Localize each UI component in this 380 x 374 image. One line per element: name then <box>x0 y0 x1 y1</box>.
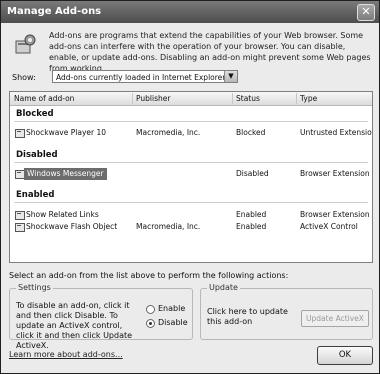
update-legend: Update <box>207 283 240 292</box>
addon-status: Disabled <box>236 169 269 178</box>
list-item[interactable]: Windows Messenger Disabled Browser Exten… <box>10 168 372 180</box>
addon-name: Shockwave Player 10 <box>26 128 107 137</box>
addon-type: Browser Extension <box>300 210 370 219</box>
group-label-enabled: Enabled <box>16 190 55 200</box>
addon-type: Browser Extension <box>300 169 370 178</box>
column-header-name[interactable]: Name of add-on <box>14 93 74 104</box>
group-label-disabled: Disabled <box>16 150 58 160</box>
update-instructions: Click here to update this add-on <box>207 307 288 326</box>
close-icon: ✕ <box>361 5 371 18</box>
list-item[interactable]: Shockwave Player 10 Macromedia, Inc. Blo… <box>10 127 372 139</box>
addon-status: Enabled <box>236 222 267 231</box>
learn-more-link[interactable]: Learn more about add-ons... <box>9 350 123 359</box>
ok-button[interactable]: OK <box>317 346 373 365</box>
addon-type: Untrusted Extension <box>300 128 373 137</box>
disable-radio[interactable]: Disable <box>146 318 206 330</box>
manage-addons-dialog: Manage Add-ons ✕ Add-ons are programs th… <box>0 0 380 374</box>
list-header: Name of add-on Publisher Status Type <box>10 92 372 106</box>
settings-instructions: To disable an add-on, click it and then … <box>16 301 133 350</box>
addon-icon <box>15 211 25 220</box>
column-header-status[interactable]: Status <box>236 93 260 104</box>
addon-status: Blocked <box>236 128 266 137</box>
addon-name: Windows Messenger <box>24 168 107 180</box>
addon-name: Show Related Links <box>26 210 99 219</box>
disable-radio-label: Disable <box>158 318 188 327</box>
intro-text: Add-ons are programs that extend the cap… <box>49 31 371 73</box>
enable-radio[interactable]: Enable <box>146 304 206 316</box>
close-button[interactable]: ✕ <box>357 4 375 21</box>
update-activex-button[interactable]: Update ActiveX <box>301 310 369 327</box>
addon-icon <box>15 129 25 138</box>
action-instruction: Select an add-on from the list above to … <box>9 271 289 280</box>
addon-icon <box>15 223 25 232</box>
addon-publisher: Macromedia, Inc. <box>136 222 201 231</box>
title-bar[interactable]: Manage Add-ons ✕ <box>1 1 379 23</box>
chevron-down-icon[interactable]: ▼ <box>224 71 237 82</box>
list-item[interactable]: Shockwave Flash Object Macromedia, Inc. … <box>10 221 372 233</box>
enable-radio-label: Enable <box>158 304 186 313</box>
settings-group: Settings To disable an add-on, click it … <box>9 283 193 350</box>
show-label: Show: <box>12 73 36 82</box>
divider <box>14 121 368 122</box>
window-title: Manage Add-ons <box>7 6 102 17</box>
group-label-blocked: Blocked <box>16 109 54 119</box>
show-dropdown[interactable]: Add-ons currently loaded in Internet Exp… <box>52 70 238 83</box>
update-group: Update Click here to update this add-on … <box>200 283 373 340</box>
settings-legend: Settings <box>16 283 53 292</box>
show-dropdown-value: Add-ons currently loaded in Internet Exp… <box>56 73 226 82</box>
column-header-publisher[interactable]: Publisher <box>136 93 170 104</box>
addon-status: Enabled <box>236 210 267 219</box>
divider <box>14 162 368 163</box>
radio-checked-icon <box>146 319 155 328</box>
radio-icon <box>146 305 155 314</box>
addon-type: ActiveX Control <box>300 222 358 231</box>
addons-gear-icon <box>15 34 36 54</box>
list-item[interactable]: Show Related Links Enabled Browser Exten… <box>10 209 372 221</box>
column-header-type[interactable]: Type <box>300 93 317 104</box>
addons-list[interactable]: Name of add-on Publisher Status Type Blo… <box>9 91 373 263</box>
addon-publisher: Macromedia, Inc. <box>136 128 201 137</box>
addon-name: Shockwave Flash Object <box>26 222 118 231</box>
divider <box>14 202 368 203</box>
